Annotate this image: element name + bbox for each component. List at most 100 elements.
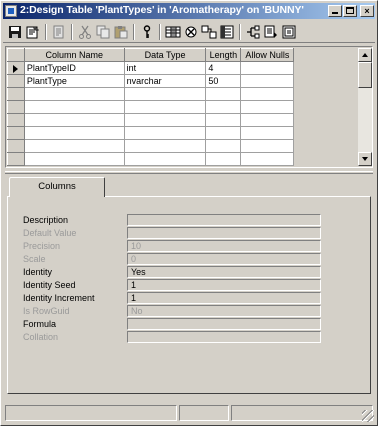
- save-icon[interactable]: [7, 24, 23, 40]
- column-grid-body: Column Name Data Type Length Allow Nulls…: [7, 48, 357, 167]
- grid-vertical-scrollbar[interactable]: [358, 48, 372, 166]
- property-scale: Scale 0: [17, 253, 321, 266]
- maximize-icon: [346, 7, 354, 14]
- empty-row[interactable]: [7, 87, 357, 101]
- identity-field[interactable]: Yes: [127, 266, 321, 278]
- allow-nulls-cell[interactable]: [240, 61, 295, 75]
- precision-field: 10: [127, 240, 321, 252]
- insert-column-icon[interactable]: [165, 24, 181, 40]
- formula-field[interactable]: [127, 318, 321, 330]
- table-row[interactable]: PlantTypeID int 4: [7, 61, 357, 75]
- manage-relationships-icon[interactable]: [201, 24, 217, 40]
- scroll-up-icon: [362, 53, 368, 57]
- title-bar[interactable]: 2:Design Table 'PlantTypes' in 'Aromathe…: [3, 3, 375, 19]
- toolbar-separator: [239, 24, 241, 40]
- empty-row[interactable]: [7, 113, 357, 127]
- delete-column-icon[interactable]: [183, 24, 199, 40]
- description-field[interactable]: [127, 214, 321, 226]
- column-grid: Column Name Data Type Length Allow Nulls…: [5, 46, 373, 168]
- resize-grip-icon[interactable]: [362, 410, 374, 422]
- design-table-window: 2:Design Table 'PlantTypes' in 'Aromathe…: [0, 0, 378, 426]
- status-pane-main: [5, 405, 177, 421]
- manage-constraints-icon[interactable]: [245, 24, 261, 40]
- scroll-up-button[interactable]: [358, 48, 372, 62]
- data-type-cell[interactable]: int: [124, 61, 207, 75]
- maximize-button[interactable]: [343, 5, 357, 17]
- toolbar-separator: [71, 24, 73, 40]
- allow-nulls-cell[interactable]: [240, 74, 295, 88]
- property-precision: Precision 10: [17, 240, 321, 253]
- manage-indexes-icon[interactable]: [219, 24, 235, 40]
- window-title: 2:Design Table 'PlantTypes' in 'Aromathe…: [20, 4, 304, 16]
- generate-script-icon[interactable]: [51, 24, 67, 40]
- length-cell[interactable]: 4: [205, 61, 242, 75]
- table-row[interactable]: PlantType nvarchar 50: [7, 74, 357, 88]
- identity-label: Identity: [23, 267, 53, 277]
- toolbar: [3, 21, 375, 43]
- table-designer-icon: [5, 5, 17, 17]
- is-rowguid-label: Is RowGuid: [23, 306, 70, 316]
- empty-row[interactable]: [7, 126, 357, 140]
- scroll-thumb[interactable]: [358, 62, 372, 88]
- status-pane-tertiary: [231, 405, 373, 421]
- close-button[interactable]: ×: [360, 5, 374, 17]
- identity-seed-label: Identity Seed: [23, 280, 76, 290]
- pane-splitter[interactable]: [5, 171, 373, 174]
- collation-label: Collation: [23, 332, 59, 342]
- row-selector[interactable]: [7, 139, 25, 153]
- property-formula: Formula: [17, 318, 321, 331]
- identity-increment-field[interactable]: 1: [127, 292, 321, 304]
- row-selector[interactable]: [7, 152, 25, 166]
- row-selector[interactable]: [7, 87, 25, 101]
- blank-header: [293, 48, 357, 62]
- property-identity: Identity Yes: [17, 266, 321, 279]
- scroll-down-button[interactable]: [358, 152, 372, 166]
- toolbar-separator: [159, 24, 161, 40]
- property-identity-increment: Identity Increment 1: [17, 292, 321, 305]
- column-name-cell[interactable]: PlantTypeID: [24, 61, 125, 75]
- collation-field: [127, 331, 321, 343]
- row-selector[interactable]: [7, 100, 25, 114]
- precision-label: Precision: [23, 241, 61, 251]
- property-collation: Collation: [17, 331, 321, 344]
- formula-label: Formula: [23, 319, 57, 329]
- row-selector[interactable]: [7, 74, 25, 88]
- manage-triggers-icon[interactable]: [263, 24, 279, 40]
- property-default-value: Default Value: [17, 227, 321, 240]
- manage-keys-icon[interactable]: [281, 24, 297, 40]
- paste-icon[interactable]: [113, 24, 129, 40]
- identity-increment-label: Identity Increment: [23, 293, 95, 303]
- length-cell[interactable]: 50: [205, 74, 242, 88]
- scale-label: Scale: [23, 254, 46, 264]
- toolbar-separator: [45, 24, 47, 40]
- properties-icon[interactable]: [25, 24, 41, 40]
- data-type-cell[interactable]: nvarchar: [124, 74, 207, 88]
- length-header[interactable]: Length: [205, 48, 242, 62]
- row-selector-header: [7, 48, 25, 62]
- empty-row[interactable]: [7, 139, 357, 153]
- cut-icon[interactable]: [77, 24, 93, 40]
- identity-seed-field[interactable]: 1: [127, 279, 321, 291]
- copy-icon[interactable]: [95, 24, 111, 40]
- empty-row[interactable]: [7, 100, 357, 114]
- property-identity-seed: Identity Seed 1: [17, 279, 321, 292]
- set-primary-key-icon[interactable]: [139, 24, 155, 40]
- current-row-arrow-icon: [13, 65, 18, 73]
- column-name-header[interactable]: Column Name: [23, 48, 125, 62]
- scale-field: 0: [127, 253, 321, 265]
- row-selector[interactable]: [7, 126, 25, 140]
- empty-row[interactable]: [7, 152, 357, 166]
- toolbar-separator: [133, 24, 135, 40]
- is-rowguid-field: No: [127, 305, 321, 317]
- minimize-button[interactable]: [328, 5, 342, 17]
- column-name-cell[interactable]: PlantType: [24, 74, 125, 88]
- close-icon: ×: [364, 6, 370, 16]
- tab-columns[interactable]: Columns: [9, 177, 105, 197]
- default-value-field: [127, 227, 321, 239]
- allow-nulls-header[interactable]: Allow Nulls: [240, 48, 295, 62]
- data-type-header[interactable]: Data Type: [123, 48, 207, 62]
- row-selector[interactable]: [7, 113, 25, 127]
- minimize-icon: [332, 12, 338, 14]
- status-bar: [3, 403, 375, 423]
- row-selector[interactable]: [7, 61, 25, 75]
